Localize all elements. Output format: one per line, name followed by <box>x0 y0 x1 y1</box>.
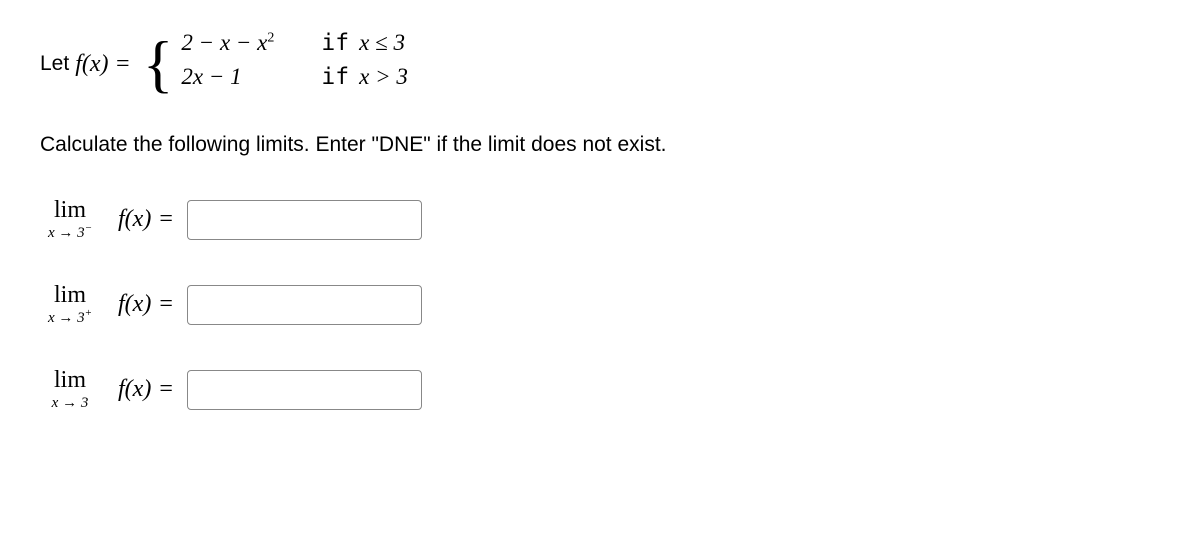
limit-left-input[interactable] <box>187 200 422 240</box>
limit-subscript-two-sided: x → 3 <box>52 392 89 412</box>
instruction-text: Calculate the following limits. Enter "D… <box>40 133 1160 157</box>
limit-row-two-sided: lim x → 3 f(x) = <box>40 367 1160 412</box>
limit-subscript-right: x → 3+ <box>48 307 92 327</box>
piece1-condition: ifx ≤ 3 <box>321 30 405 56</box>
let-label: Let <box>40 52 69 76</box>
function-definition: Let f(x) = { 2 − x − x2 ifx ≤ 3 2x − 1 i… <box>40 30 1160 98</box>
lim-label: lim <box>54 282 86 309</box>
piece-row-2: 2x − 1 ifx > 3 <box>181 64 407 98</box>
lim-label: lim <box>54 197 86 224</box>
piecewise-cases: 2 − x − x2 ifx ≤ 3 2x − 1 ifx > 3 <box>181 30 407 98</box>
equals-sign: = <box>159 206 173 233</box>
limit-operator-left: lim x → 3− <box>40 197 100 242</box>
piece2-condition: ifx > 3 <box>321 64 407 90</box>
fx-label: f(x) <box>118 376 151 403</box>
limit-subscript-left: x → 3− <box>48 222 92 242</box>
fx-equals: f(x) = <box>75 51 131 78</box>
limit-row-left: lim x → 3− f(x) = <box>40 197 1160 242</box>
limit-operator-two-sided: lim x → 3 <box>40 367 100 412</box>
limit-row-right: lim x → 3+ f(x) = <box>40 282 1160 327</box>
equals-sign: = <box>159 291 173 318</box>
equals-sign: = <box>159 376 173 403</box>
piece2-expression: 2x − 1 <box>181 64 321 90</box>
fx-label: f(x) <box>118 206 151 233</box>
piecewise-brace: { <box>143 34 174 94</box>
limit-right-input[interactable] <box>187 285 422 325</box>
fx-label: f(x) <box>118 291 151 318</box>
piece1-expression: 2 − x − x2 <box>181 30 321 56</box>
lim-label: lim <box>54 367 86 394</box>
piece-row-1: 2 − x − x2 ifx ≤ 3 <box>181 30 407 64</box>
limit-two-sided-input[interactable] <box>187 370 422 410</box>
limit-operator-right: lim x → 3+ <box>40 282 100 327</box>
